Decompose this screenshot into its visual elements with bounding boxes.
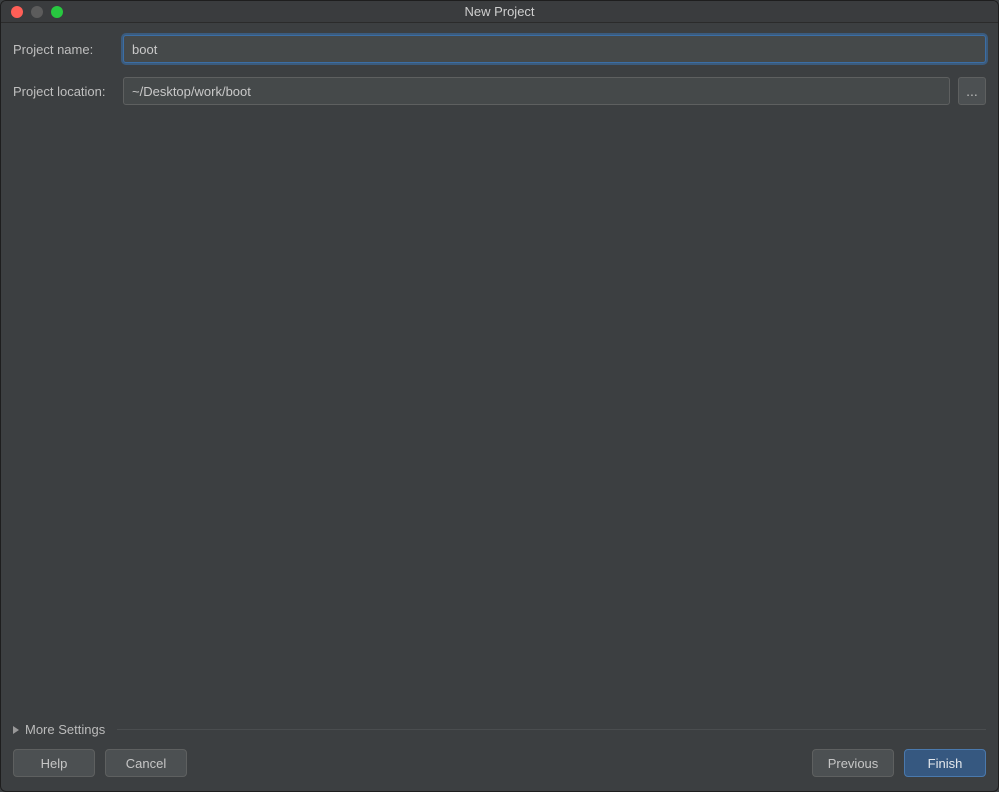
titlebar: New Project: [1, 1, 998, 23]
disclosure-triangle-icon: [13, 726, 19, 734]
divider: [117, 729, 986, 730]
more-settings-toggle[interactable]: More Settings: [13, 716, 986, 749]
ellipsis-icon: ...: [966, 83, 978, 99]
new-project-dialog: New Project Project name: Project locati…: [0, 0, 999, 792]
button-bar: Help Cancel Previous Finish: [1, 749, 998, 791]
cancel-button[interactable]: Cancel: [105, 749, 187, 777]
project-location-label: Project location:: [13, 84, 123, 99]
browse-location-button[interactable]: ...: [958, 77, 986, 105]
project-location-row: Project location: ...: [13, 77, 986, 105]
content-spacer: [13, 119, 986, 716]
project-name-row: Project name:: [13, 35, 986, 63]
help-button[interactable]: Help: [13, 749, 95, 777]
project-name-input[interactable]: [123, 35, 986, 63]
window-minimize-icon: [31, 6, 43, 18]
dialog-body: Project name: Project location: ... More…: [1, 23, 998, 749]
window-close-icon[interactable]: [11, 6, 23, 18]
window-maximize-icon[interactable]: [51, 6, 63, 18]
finish-button[interactable]: Finish: [904, 749, 986, 777]
more-settings-label: More Settings: [25, 722, 105, 737]
traffic-lights: [1, 6, 63, 18]
window-title: New Project: [1, 4, 998, 19]
project-location-input[interactable]: [123, 77, 950, 105]
project-name-label: Project name:: [13, 42, 123, 57]
previous-button[interactable]: Previous: [812, 749, 894, 777]
